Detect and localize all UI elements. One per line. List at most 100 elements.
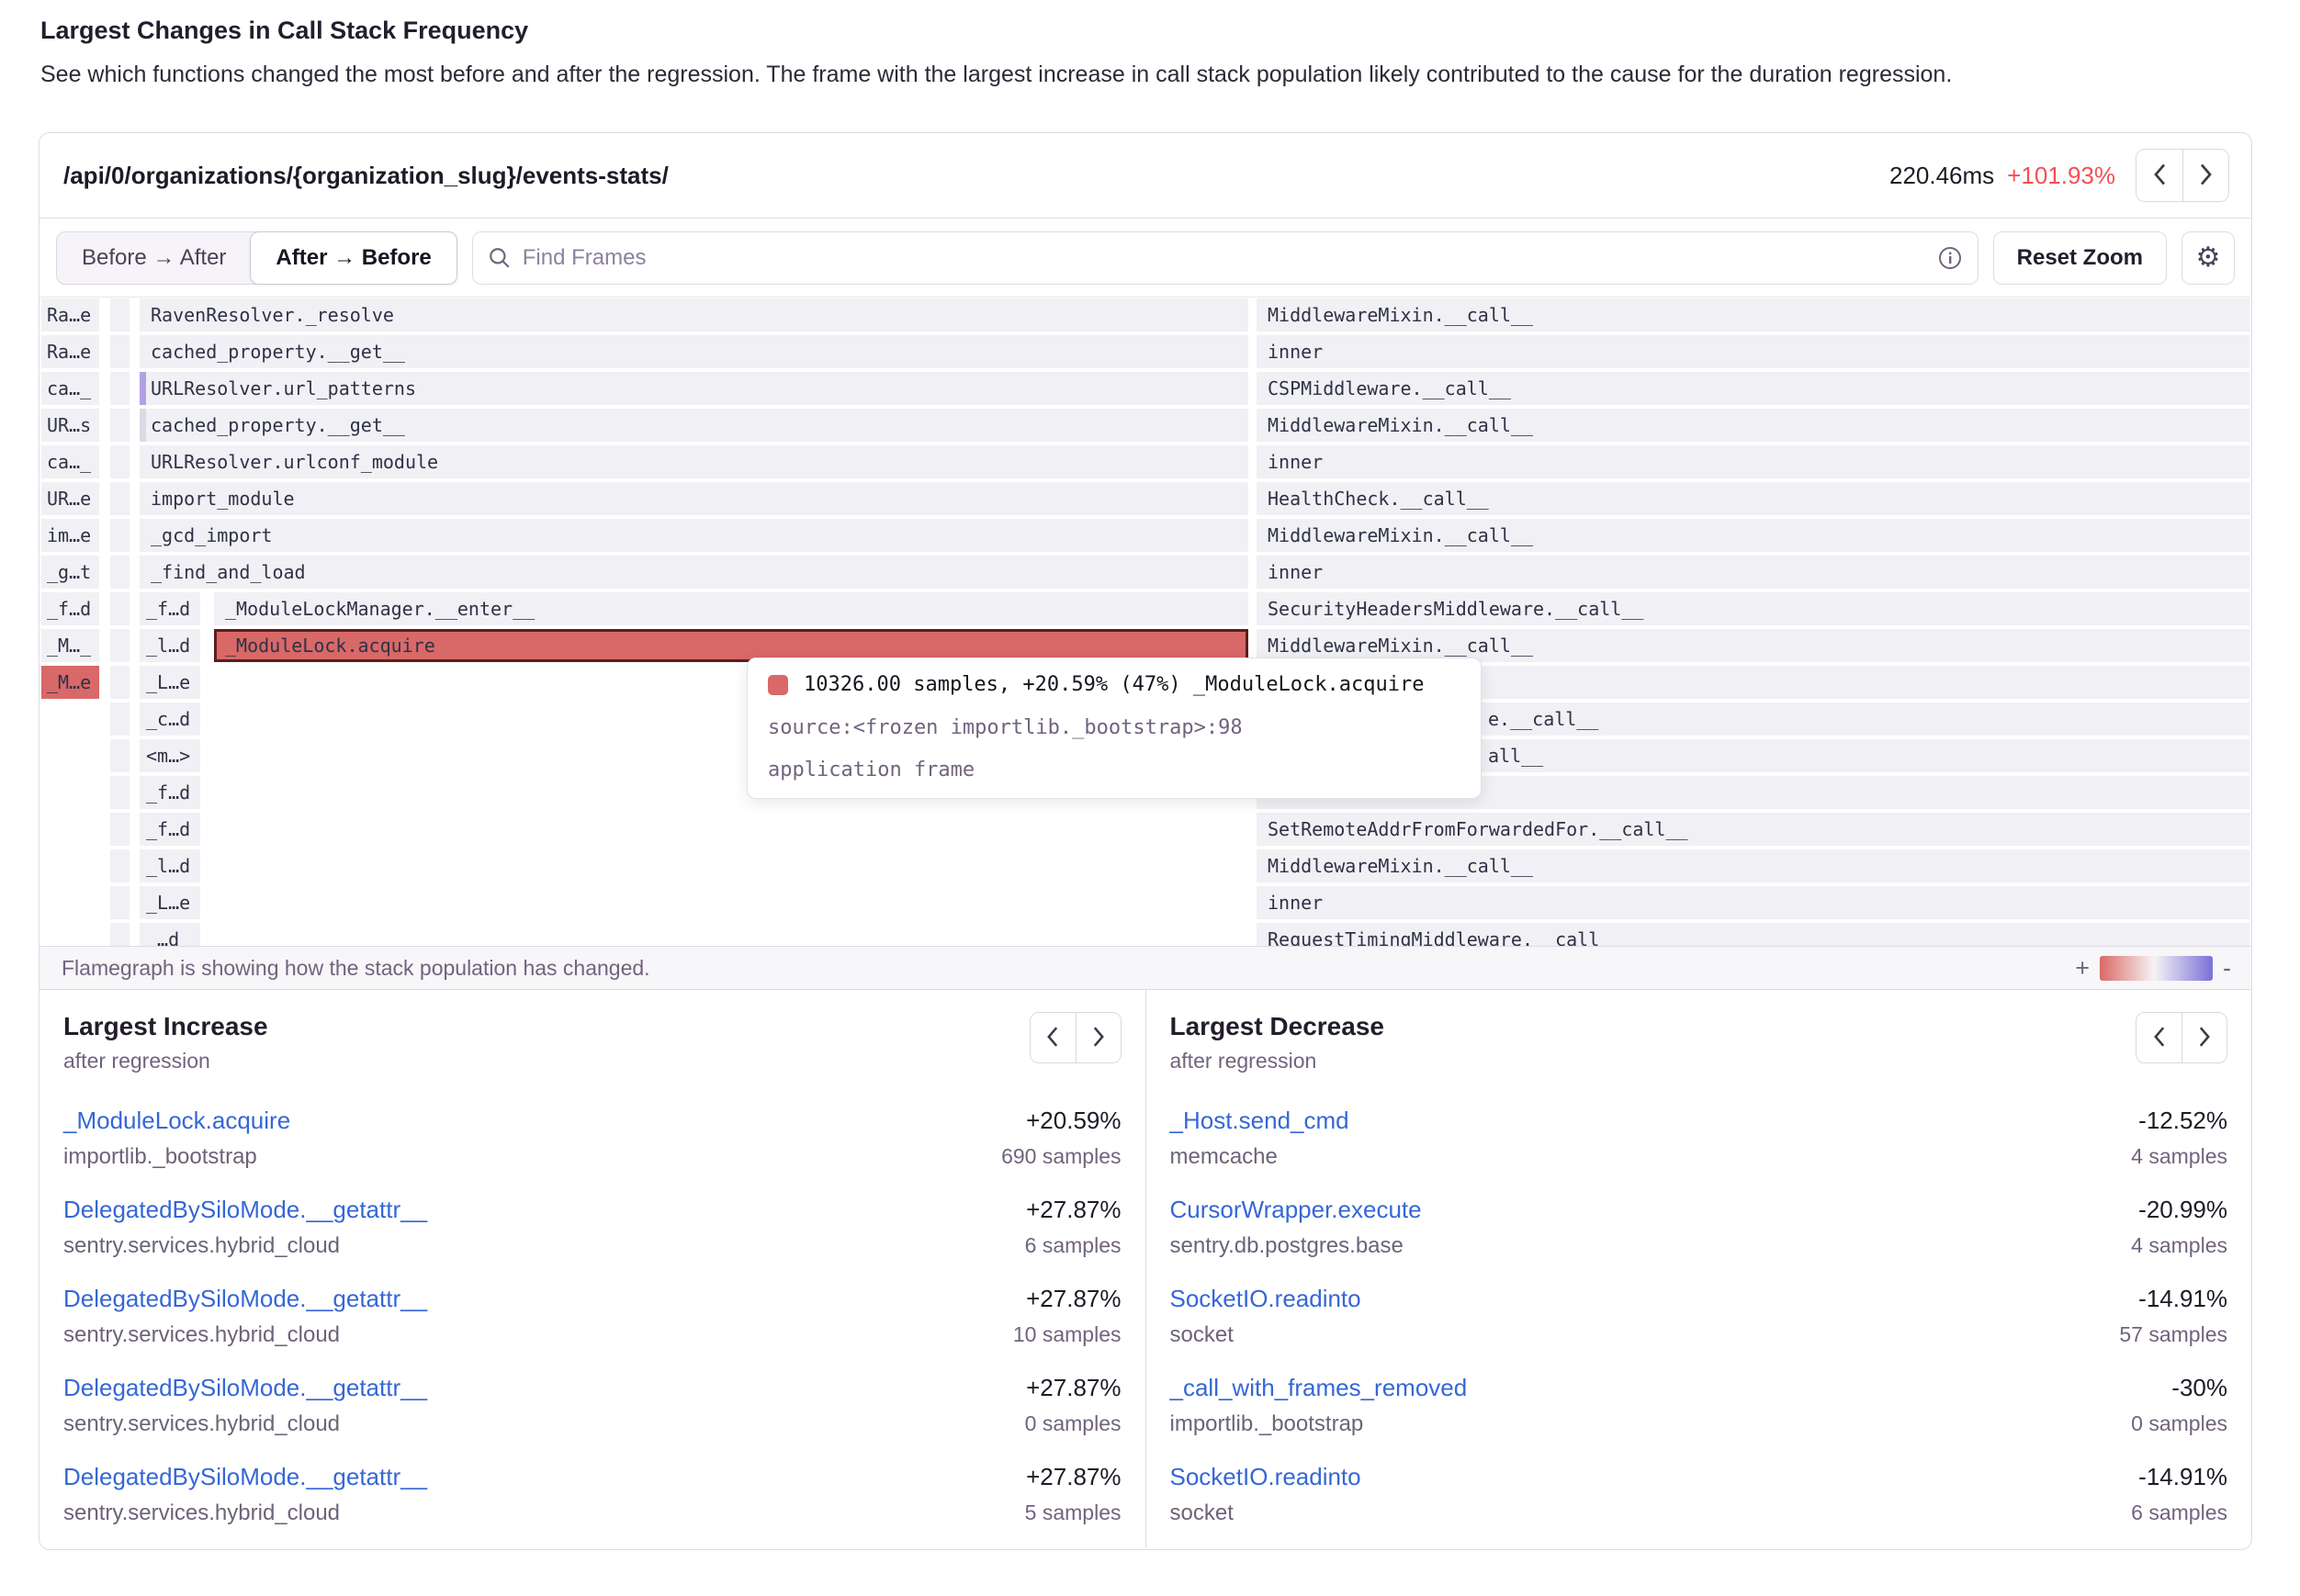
flamegraph-frame[interactable]: Ra…e	[41, 335, 99, 368]
flamegraph-frame[interactable]: HealthCheck.__call__	[1257, 482, 2249, 515]
flamegraph-frame[interactable]	[110, 592, 130, 625]
function-link[interactable]: DelegatedBySiloMode.__getattr__	[63, 1196, 427, 1223]
sample-count: 57 samples	[2119, 1322, 2227, 1347]
flamegraph-row: UR…s cached_property.__get__ MiddlewareMix…	[39, 409, 2251, 442]
flamegraph-frame[interactable]: URLResolver.urlconf_module	[140, 445, 1248, 478]
flamegraph-frame[interactable]	[110, 409, 130, 442]
sample-count: 6 samples	[2131, 1500, 2227, 1525]
function-change-lists: Largest Increase after regression _Modul…	[39, 990, 2251, 1547]
flamegraph-frame[interactable]: _f…d	[140, 813, 200, 846]
gray-frame-marker	[140, 409, 146, 442]
function-link[interactable]: CursorWrapper.execute	[1170, 1196, 1422, 1223]
flamegraph-frame[interactable]: SecurityHeadersMiddleware.__call__	[1257, 592, 2249, 625]
flamegraph-frame[interactable]: MiddlewareMixin.__call__	[1257, 298, 2249, 332]
toggle-after-before[interactable]: After → Before	[250, 231, 457, 285]
flamegraph-frame[interactable]: MiddlewareMixin.__call__	[1257, 849, 2249, 882]
flamegraph-frame[interactable]: _f…d	[41, 592, 99, 625]
change-percent: -14.91%	[2131, 1463, 2227, 1491]
info-icon[interactable]	[1937, 245, 1963, 271]
flamegraph-frame[interactable]: UR…s	[41, 409, 99, 442]
flamegraph-frame[interactable]: UR…e	[41, 482, 99, 515]
function-link[interactable]: SocketIO.readinto	[1170, 1463, 1361, 1490]
flamegraph-frame[interactable]	[110, 519, 130, 552]
prev-endpoint-button[interactable]	[2137, 150, 2182, 201]
function-link[interactable]: DelegatedBySiloMode.__getattr__	[63, 1463, 427, 1490]
flamegraph-frame[interactable]	[110, 849, 130, 882]
flamegraph-frame[interactable]: _M…e	[41, 666, 99, 699]
flamegraph-frame[interactable]: _ModuleLockManager.__enter__	[214, 592, 1248, 625]
chevron-right-icon	[2199, 163, 2213, 189]
flamegraph-frame[interactable]: cached_property.__get__	[140, 409, 1248, 442]
search-input[interactable]	[523, 235, 1937, 281]
flamegraph-frame[interactable]: _g…t	[41, 556, 99, 589]
flamegraph-frame[interactable]: _M…_	[41, 629, 99, 662]
flamegraph-frame[interactable]: URLResolver.url_patterns	[140, 372, 1248, 405]
flamegraph-frame[interactable]	[110, 629, 130, 662]
flamegraph-frame[interactable]: _l…d	[140, 629, 200, 662]
flamegraph-frame[interactable]: _c…d	[140, 702, 200, 736]
flamegraph-frame[interactable]: CSPMiddleware.__call__	[1257, 372, 2249, 405]
flamegraph-frame[interactable]: im…e	[41, 519, 99, 552]
flamegraph-frame[interactable]: RavenResolver._resolve	[140, 298, 1248, 332]
endpoint-title: /api/0/organizations/{organization_slug}…	[63, 162, 1889, 190]
flamegraph-frame[interactable]	[110, 923, 130, 946]
duration-value: 220.46ms	[1889, 162, 1994, 190]
flamegraph-frame[interactable]: Ra…e	[41, 298, 99, 332]
flamegraph-frame[interactable]: _l…d	[140, 849, 200, 882]
flamegraph-frame[interactable]: ca…_	[41, 372, 99, 405]
flamegraph-frame[interactable]	[110, 702, 130, 736]
function-link[interactable]: _ModuleLock.acquire	[63, 1107, 290, 1134]
flamegraph-frame[interactable]	[110, 298, 130, 332]
decrease-prev-button[interactable]	[2137, 1013, 2182, 1062]
function-link[interactable]: DelegatedBySiloMode.__getattr__	[63, 1285, 427, 1312]
flamegraph-frame[interactable]: MiddlewareMixin.__call__	[1257, 409, 2249, 442]
package-label: sentry.db.postgres.base	[1170, 1233, 1422, 1259]
flamegraph-frame[interactable]: ca…_	[41, 445, 99, 478]
package-label: sentry.services.hybrid_cloud	[63, 1411, 427, 1437]
flamegraph-frame[interactable]	[110, 445, 130, 478]
function-link[interactable]: _Host.send_cmd	[1170, 1107, 1349, 1134]
flamegraph-frame[interactable]: inner	[1257, 886, 2249, 919]
flamegraph-frame[interactable]	[110, 776, 130, 809]
flamegraph-frame[interactable]: _f…d	[140, 776, 200, 809]
flamegraph-frame[interactable]	[110, 666, 130, 699]
flamegraph-frame[interactable]: SetRemoteAddrFromForwardedFor.__call__	[1257, 813, 2249, 846]
find-frames-search[interactable]	[472, 231, 1979, 285]
function-link[interactable]: SocketIO.readinto	[1170, 1285, 1361, 1312]
next-endpoint-button[interactable]	[2182, 150, 2228, 201]
flamegraph-frame[interactable]: inner	[1257, 445, 2249, 478]
flamegraph-frame[interactable]	[110, 482, 130, 515]
flamegraph-frame[interactable]: _L…e	[140, 886, 200, 919]
settings-button[interactable]: ⚙	[2182, 231, 2235, 285]
flamegraph-frame[interactable]: MiddlewareMixin.__call__	[1257, 519, 2249, 552]
flamegraph-frame[interactable]: _find_and_load	[140, 556, 1248, 589]
flamegraph-frame[interactable]	[110, 886, 130, 919]
increase-next-button[interactable]	[1076, 1013, 1121, 1062]
flamegraph-frame[interactable]	[110, 739, 130, 772]
differential-flamegraph[interactable]: Ra…e RavenResolver._resolve MiddlewareMixi…	[39, 298, 2251, 946]
flamegraph-frame[interactable]: cached_property.__get__	[140, 335, 1248, 368]
flamegraph-frame[interactable]: inner	[1257, 556, 2249, 589]
decrease-next-button[interactable]	[2182, 1013, 2227, 1062]
reset-zoom-button[interactable]: Reset Zoom	[1993, 231, 2167, 285]
regression-panel: /api/0/organizations/{organization_slug}…	[39, 132, 2252, 1550]
flamegraph-frame[interactable]: _gcd_import	[140, 519, 1248, 552]
change-percent: -14.91%	[2119, 1285, 2227, 1313]
flamegraph-frame[interactable]	[110, 372, 130, 405]
flamegraph-frame[interactable]: RequestTimingMiddleware.__call__	[1257, 923, 2249, 946]
flamegraph-frame[interactable]: <m…>	[140, 739, 200, 772]
flamegraph-frame[interactable]: _L…e	[140, 666, 200, 699]
function-link[interactable]: _call_with_frames_removed	[1170, 1374, 1468, 1401]
toggle-before-after[interactable]: Before → After	[57, 232, 251, 284]
increase-prev-button[interactable]	[1031, 1013, 1076, 1062]
flamegraph-frame[interactable]	[110, 813, 130, 846]
flamegraph-frame[interactable]	[110, 335, 130, 368]
flamegraph-frame[interactable]: import_module	[140, 482, 1248, 515]
flamegraph-frame[interactable]: _f…d	[140, 592, 200, 625]
function-link[interactable]: DelegatedBySiloMode.__getattr__	[63, 1374, 427, 1401]
function-change-item: SocketIO.readintosocket-14.91%57 samples	[1170, 1274, 2228, 1363]
flamegraph-frame[interactable]: _…d	[140, 923, 200, 946]
flamegraph-frame[interactable]: inner	[1257, 335, 2249, 368]
flamegraph-row: _f…d SetRemoteAddrFromForwardedFor.__call…	[39, 813, 2251, 846]
flamegraph-frame[interactable]	[110, 556, 130, 589]
